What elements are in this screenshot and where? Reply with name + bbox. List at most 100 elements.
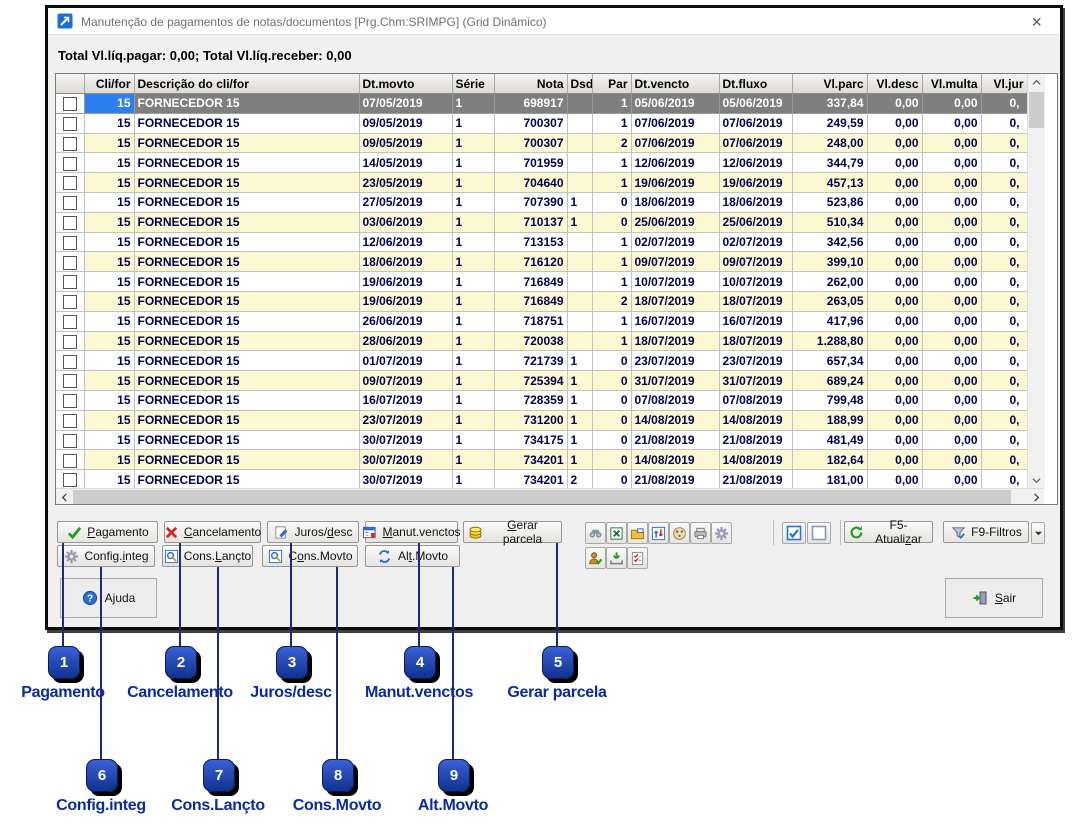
- row-checkbox[interactable]: [63, 473, 77, 487]
- table-row[interactable]: 15FORNECEDOR 1501/07/201917217391023/07/…: [56, 351, 1027, 371]
- horizontal-scroll-thumb[interactable]: [73, 490, 1011, 504]
- column-header-vl-desc[interactable]: Vl.desc: [867, 74, 922, 94]
- row-checkbox[interactable]: [63, 374, 77, 388]
- table-row[interactable]: 15FORNECEDOR 1518/06/20191716120109/07/2…: [56, 252, 1027, 272]
- row-checkbox[interactable]: [63, 236, 77, 250]
- row-checkbox[interactable]: [63, 315, 77, 329]
- scroll-down-button[interactable]: [1028, 472, 1044, 488]
- column-header-dt-fluxo[interactable]: Dt.fluxo: [719, 74, 792, 94]
- scroll-left-button[interactable]: [56, 489, 72, 505]
- column-header-s-rie[interactable]: Série: [452, 74, 494, 94]
- row-checkbox[interactable]: [63, 97, 77, 111]
- row-checkbox[interactable]: [63, 196, 77, 210]
- table-row[interactable]: 15FORNECEDOR 1530/07/201917342011014/08/…: [56, 450, 1027, 470]
- cell: 0,00: [867, 470, 922, 490]
- manut-venctos-button[interactable]: Manut.venctos: [365, 521, 458, 543]
- table-row[interactable]: 15FORNECEDOR 1503/06/201917101371025/06/…: [56, 212, 1027, 232]
- row-checkbox[interactable]: [63, 117, 77, 131]
- table-row[interactable]: 15FORNECEDOR 1530/07/201917342012021/08/…: [56, 470, 1027, 490]
- row-checkbox[interactable]: [63, 355, 77, 369]
- horizontal-scrollbar[interactable]: [56, 488, 1044, 505]
- table-row[interactable]: 15FORNECEDOR 1509/05/20191700307207/06/2…: [56, 133, 1027, 153]
- sair-button[interactable]: Sair: [945, 578, 1043, 618]
- table-row[interactable]: 15FORNECEDOR 1528/06/20191720038118/07/2…: [56, 331, 1027, 351]
- table-row[interactable]: 15FORNECEDOR 1519/06/20191716849218/07/2…: [56, 291, 1027, 311]
- column-header-descri-o-do-cli-for[interactable]: Descrição do cli/for: [134, 74, 359, 94]
- cell: 0,: [981, 192, 1027, 212]
- scroll-right-button[interactable]: [1028, 489, 1044, 505]
- row-checkbox[interactable]: [63, 414, 77, 428]
- row-checkbox[interactable]: [63, 394, 77, 408]
- scroll-up-button[interactable]: [1028, 74, 1044, 90]
- column-header-vl-multa[interactable]: Vl.multa: [922, 74, 981, 94]
- cons-movto-button[interactable]: Cons.Movto: [262, 545, 358, 567]
- config-integ-button[interactable]: Config.integ: [57, 545, 155, 567]
- table-row[interactable]: 15FORNECEDOR 1509/05/20191700307107/06/2…: [56, 113, 1027, 133]
- row-checkbox[interactable]: [63, 295, 77, 309]
- gear-button[interactable]: [711, 522, 732, 544]
- deselect-all-button[interactable]: [807, 522, 831, 544]
- cell: 18/06/2019: [719, 192, 792, 212]
- import-button[interactable]: [606, 547, 627, 569]
- table-row[interactable]: 15FORNECEDOR 1526/06/20191718751116/07/2…: [56, 311, 1027, 331]
- column-header-dt-vencto[interactable]: Dt.vencto: [631, 74, 719, 94]
- table-row[interactable]: 15FORNECEDOR 1516/07/201917283591007/08/…: [56, 390, 1027, 410]
- cell: 09/07/2019: [631, 252, 719, 272]
- row-checkbox[interactable]: [63, 157, 77, 171]
- checklist-button[interactable]: [627, 547, 648, 569]
- row-checkbox[interactable]: [63, 216, 77, 230]
- table-row[interactable]: 15FORNECEDOR 1530/07/201917341751021/08/…: [56, 430, 1027, 450]
- f5-atualizar-button[interactable]: F5-Atualizar: [844, 521, 933, 543]
- row-checkbox[interactable]: [63, 256, 77, 270]
- sort-button[interactable]: [648, 522, 669, 544]
- user-check-button[interactable]: [585, 547, 606, 569]
- row-checkbox[interactable]: [63, 434, 77, 448]
- table-row[interactable]: 15FORNECEDOR 1507/05/20191698917105/06/2…: [56, 94, 1027, 114]
- close-button[interactable]: ×: [1025, 9, 1048, 35]
- ajuda-button[interactable]: ?Ajuda: [60, 578, 157, 618]
- column-header-dt-movto[interactable]: Dt.movto: [359, 74, 452, 94]
- cell: 15: [84, 470, 134, 490]
- row-checkbox[interactable]: [63, 454, 77, 468]
- table-row[interactable]: 15FORNECEDOR 1519/06/20191716849110/07/2…: [56, 272, 1027, 292]
- exit-icon: [972, 590, 988, 606]
- table-row[interactable]: 15FORNECEDOR 1523/05/20191704640119/06/2…: [56, 173, 1027, 193]
- row-checkbox[interactable]: [63, 335, 77, 349]
- column-header-cli-for[interactable]: Cli/for: [84, 74, 134, 94]
- filters-dropdown-button[interactable]: [1031, 522, 1045, 544]
- table-row[interactable]: 15FORNECEDOR 1514/05/20191701959112/06/2…: [56, 153, 1027, 173]
- cell: 14/08/2019: [719, 410, 792, 430]
- vertical-scroll-thumb[interactable]: [1029, 92, 1044, 128]
- column-header-vl-parc[interactable]: Vl.parc: [792, 74, 867, 94]
- table-row[interactable]: 15FORNECEDOR 1509/07/201917253941031/07/…: [56, 371, 1027, 391]
- column-header-par[interactable]: Par: [592, 74, 631, 94]
- column-header-checkbox[interactable]: [56, 74, 84, 94]
- column-header-dsd[interactable]: Dsd: [567, 74, 592, 94]
- juros-desc-button[interactable]: Juros/desc: [267, 521, 359, 543]
- table-row[interactable]: 15FORNECEDOR 1523/07/201917312001014/08/…: [56, 410, 1027, 430]
- cell: 731200: [494, 410, 567, 430]
- row-checkbox[interactable]: [63, 137, 77, 151]
- table-row[interactable]: 15FORNECEDOR 1527/05/201917073901018/06/…: [56, 192, 1027, 212]
- column-header-nota[interactable]: Nota: [494, 74, 567, 94]
- palette-button[interactable]: [669, 522, 690, 544]
- binoculars-button[interactable]: [585, 522, 606, 544]
- pagamento-button[interactable]: Pagamento: [57, 521, 158, 543]
- cancelamento-button[interactable]: Cancelamento: [164, 521, 261, 543]
- vertical-scrollbar[interactable]: [1027, 74, 1045, 488]
- column-header-vl-jur[interactable]: Vl.jur: [981, 74, 1027, 94]
- row-checkbox[interactable]: [63, 176, 77, 190]
- table-row[interactable]: 15FORNECEDOR 1512/06/20191713153102/07/2…: [56, 232, 1027, 252]
- select-all-button[interactable]: [782, 522, 806, 544]
- alt-movto-button[interactable]: Alt.Movto: [365, 545, 460, 567]
- excel-export-button[interactable]: [606, 522, 627, 544]
- button-label: Pagamento: [87, 525, 148, 539]
- printer-button[interactable]: [690, 522, 711, 544]
- cons-lan-to-button[interactable]: Cons.Lançto: [162, 545, 253, 567]
- cell: 1: [592, 252, 631, 272]
- row-checkbox[interactable]: [63, 275, 77, 289]
- folder-mail-button[interactable]: [627, 522, 648, 544]
- f9-filtros-button[interactable]: F9-Filtros: [943, 521, 1029, 543]
- cell: 26/06/2019: [359, 311, 452, 331]
- gerar-parcela-button[interactable]: Gerar parcela: [463, 521, 562, 543]
